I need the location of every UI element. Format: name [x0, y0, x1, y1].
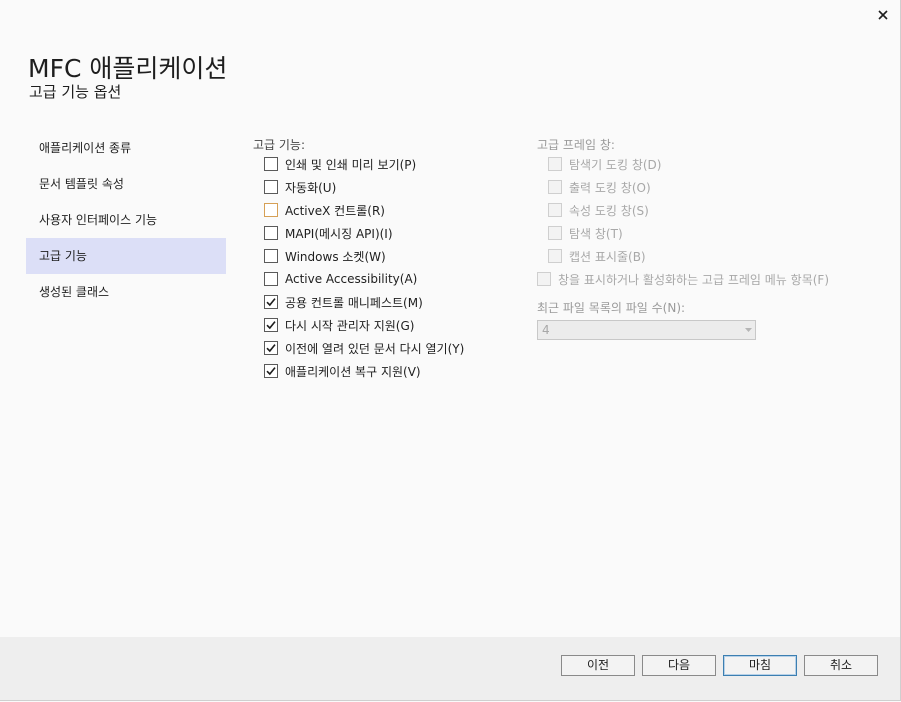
close-button[interactable] — [873, 5, 893, 25]
checkbox-label: 애플리케이션 복구 지원(V) — [285, 364, 421, 379]
cancel-button[interactable]: 취소 — [804, 655, 878, 676]
checkbox-box — [264, 341, 278, 355]
explorer-docking-pane-checkbox[interactable]: 탐색기 도킹 창(D) — [548, 155, 661, 173]
sidebar-item-user-interface[interactable]: 사용자 인터페이스 기능 — [26, 202, 226, 238]
recent-files-count-value: 4 — [542, 323, 550, 337]
checkbox-label: 인쇄 및 인쇄 미리 보기(P) — [285, 157, 417, 172]
checkbox-box — [264, 249, 278, 263]
application-recovery-checkbox[interactable]: 애플리케이션 복구 지원(V) — [264, 362, 421, 380]
mapi-checkbox[interactable]: MAPI(메시징 API)(I) — [264, 224, 393, 242]
recent-files-label: 최근 파일 목록의 파일 수(N): — [537, 301, 686, 315]
checkbox-label: 탐색 창(T) — [569, 226, 623, 241]
checkbox-label: 공용 컨트롤 매니페스트(M) — [285, 295, 423, 310]
recent-files-count-select[interactable]: 4 — [537, 320, 756, 340]
checkbox-box — [264, 364, 278, 378]
checkmark-icon — [266, 367, 276, 376]
checkbox-box — [264, 226, 278, 240]
checkbox-box — [264, 318, 278, 332]
back-button[interactable]: 이전 — [561, 655, 635, 676]
properties-docking-pane-checkbox[interactable]: 속성 도킹 창(S) — [548, 201, 649, 219]
checkmark-icon — [266, 344, 276, 353]
next-button[interactable]: 다음 — [642, 655, 716, 676]
checkbox-box — [548, 157, 562, 171]
checkbox-label: 캡션 표시줄(B) — [569, 249, 646, 264]
checkbox-label: 이전에 열려 있던 문서 다시 열기(Y) — [285, 341, 465, 356]
automation-checkbox[interactable]: 자동화(U) — [264, 178, 336, 196]
chevron-down-icon — [741, 321, 755, 339]
checkbox-label: ActiveX 컨트롤(R) — [285, 203, 385, 218]
checkbox-label: Active Accessibility(A) — [285, 272, 418, 286]
navigation-pane-checkbox[interactable]: 탐색 창(T) — [548, 224, 623, 242]
checkbox-box — [548, 249, 562, 263]
windows-sockets-checkbox[interactable]: Windows 소켓(W) — [264, 247, 386, 265]
checkbox-box — [548, 180, 562, 194]
output-docking-pane-checkbox[interactable]: 출력 도킹 창(O) — [548, 178, 651, 196]
frame-panes-label: 고급 프레임 창: — [537, 138, 615, 152]
sidebar-item-document-template[interactable]: 문서 템플릿 속성 — [26, 166, 226, 202]
checkbox-label: 자동화(U) — [285, 180, 337, 195]
activex-controls-checkbox[interactable]: ActiveX 컨트롤(R) — [264, 201, 385, 219]
checkbox-box — [264, 295, 278, 309]
print-preview-checkbox[interactable]: 인쇄 및 인쇄 미리 보기(P) — [264, 155, 416, 173]
frame-menu-items-checkbox[interactable]: 창을 표시하거나 활성화하는 고급 프레임 메뉴 항목(F) — [537, 270, 829, 288]
checkbox-label: Windows 소켓(W) — [285, 249, 386, 264]
checkbox-label: 창을 표시하거나 활성화하는 고급 프레임 메뉴 항목(F) — [558, 272, 829, 287]
checkbox-box — [548, 203, 562, 217]
checkbox-box — [264, 272, 278, 286]
page-subtitle: 고급 기능 옵션 — [29, 83, 122, 101]
checkbox-box — [264, 157, 278, 171]
page-title: MFC 애플리케이션 — [28, 54, 228, 83]
checkbox-box — [548, 226, 562, 240]
sidebar-item-generated-classes[interactable]: 생성된 클래스 — [26, 274, 226, 310]
sidebar-nav: 애플리케이션 종류 문서 템플릿 속성 사용자 인터페이스 기능 고급 기능 생… — [26, 130, 226, 310]
caption-bar-checkbox[interactable]: 캡션 표시줄(B) — [548, 247, 646, 265]
checkbox-label: 다시 시작 관리자 지원(G) — [285, 318, 415, 333]
sidebar-item-application-type[interactable]: 애플리케이션 종류 — [26, 130, 226, 166]
checkbox-label: 출력 도킹 창(O) — [569, 180, 651, 195]
checkbox-box — [264, 180, 278, 194]
checkbox-label: MAPI(메시징 API)(I) — [285, 226, 393, 241]
advanced-features-label: 고급 기능: — [253, 138, 306, 152]
checkbox-box — [264, 203, 278, 217]
checkbox-box — [537, 272, 551, 286]
checkmark-icon — [266, 298, 276, 307]
checkbox-label: 탐색기 도킹 창(D) — [569, 157, 662, 172]
wizard-dialog: MFC 애플리케이션 고급 기능 옵션 애플리케이션 종류 문서 템플릿 속성 … — [0, 0, 901, 701]
restart-manager-checkbox[interactable]: 다시 시작 관리자 지원(G) — [264, 316, 414, 334]
active-accessibility-checkbox[interactable]: Active Accessibility(A) — [264, 270, 417, 288]
checkbox-label: 속성 도킹 창(S) — [569, 203, 649, 218]
finish-button[interactable]: 마침 — [723, 655, 797, 676]
close-icon — [878, 10, 888, 20]
checkmark-icon — [266, 321, 276, 330]
sidebar-item-advanced-features[interactable]: 고급 기능 — [26, 238, 226, 274]
common-control-manifest-checkbox[interactable]: 공용 컨트롤 매니페스트(M) — [264, 293, 423, 311]
reopen-documents-checkbox[interactable]: 이전에 열려 있던 문서 다시 열기(Y) — [264, 339, 464, 357]
